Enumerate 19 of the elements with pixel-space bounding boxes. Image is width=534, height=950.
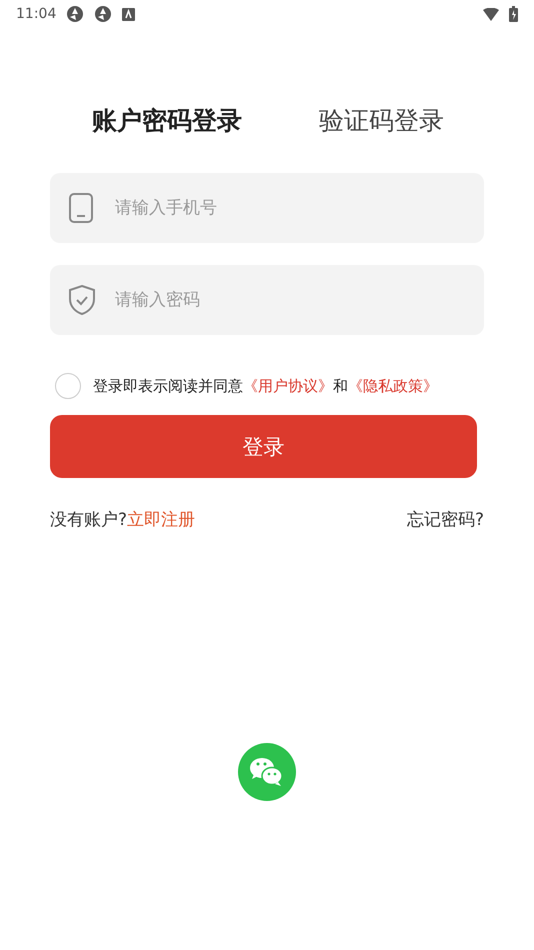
notification-icon [122, 8, 136, 20]
login-tab[interactable]: 验证码登录 [319, 104, 444, 137]
agreement-text: 登录即表示阅读并同意《用户协议》和《隐私政策》 [93, 376, 438, 396]
agreement-link[interactable]: 《隐私政策》 [348, 376, 438, 394]
agreement-link[interactable]: 《用户协议》 [243, 376, 333, 394]
register-prompt: 没有账户? [50, 509, 128, 531]
password-field[interactable]: 请输入密码 [50, 265, 484, 335]
agree-checkbox[interactable] [55, 373, 81, 399]
forgot-password-link[interactable]: 忘记密码? [406, 508, 484, 531]
phone-field[interactable]: 请输入手机号 [50, 173, 484, 243]
wifi-icon [483, 8, 499, 20]
login-button[interactable]: 登录 [50, 415, 477, 478]
battery-icon [509, 6, 518, 22]
register-link[interactable]: 立即注册 [127, 508, 196, 531]
status-time: 11:04 [16, 6, 56, 22]
login-tab[interactable]: 账户密码登录 [92, 104, 242, 137]
wechat-login-icon[interactable] [238, 743, 296, 801]
phone-icon [69, 193, 93, 223]
shield-icon [69, 285, 95, 315]
